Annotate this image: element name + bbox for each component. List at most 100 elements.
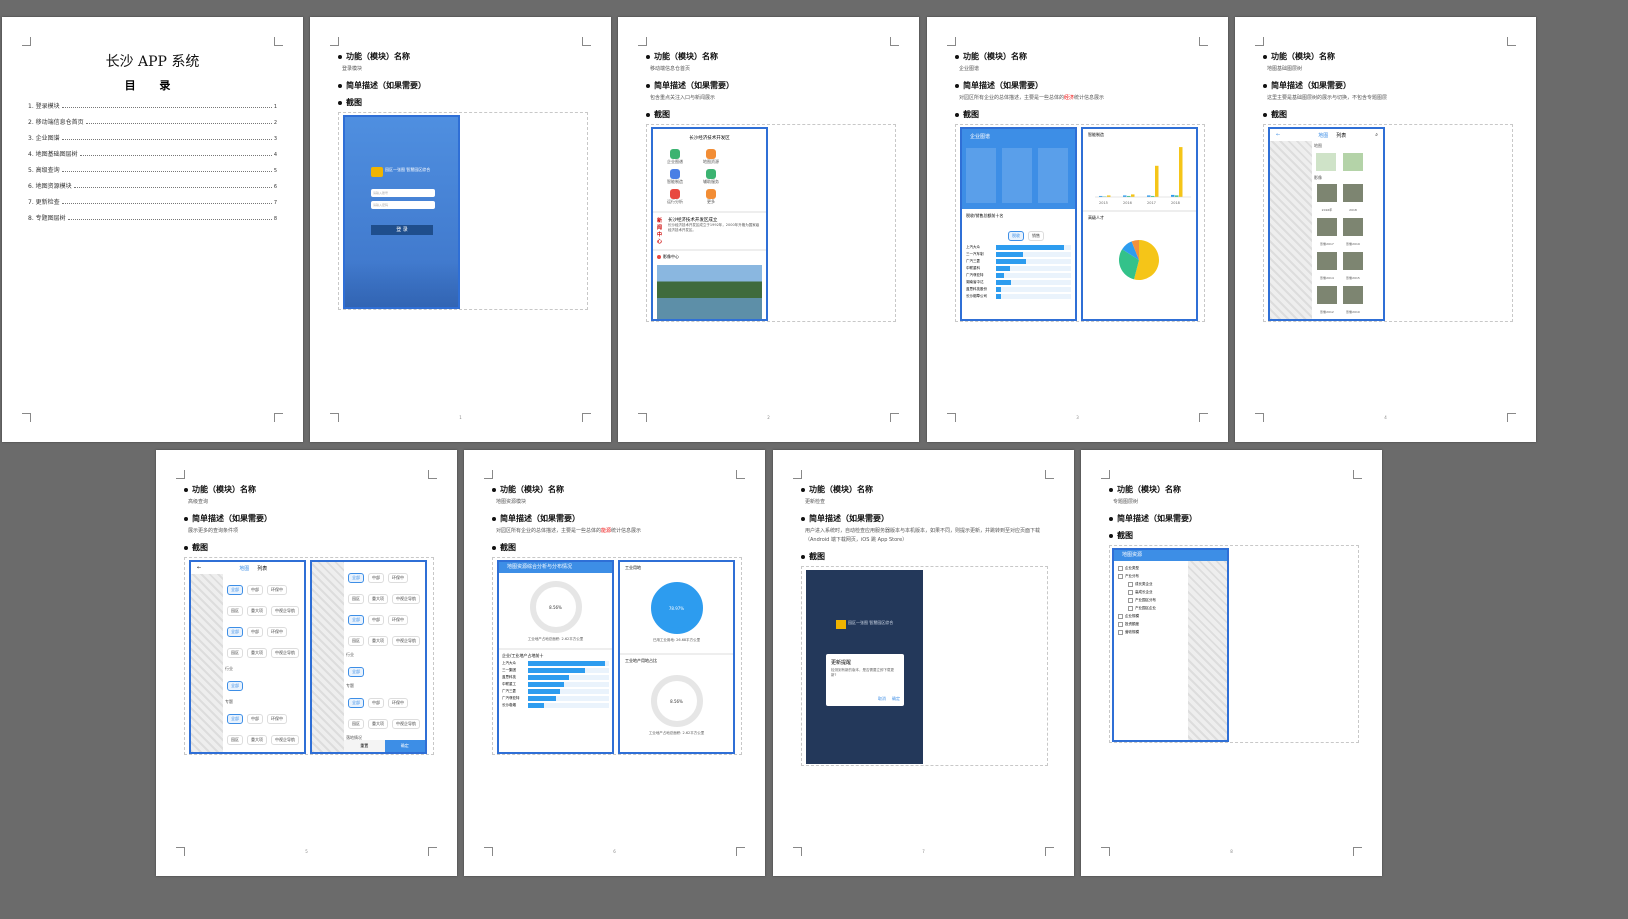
layer-tile[interactable]: 影像2017: [1315, 216, 1339, 246]
filter-chip[interactable]: 中视企导航: [271, 735, 299, 745]
filter-chip[interactable]: 环保中: [388, 573, 408, 583]
filter-chip[interactable]: 重大项: [368, 719, 388, 729]
filter-chip[interactable]: 全部: [227, 714, 243, 724]
search-icon[interactable]: ⌕: [1375, 132, 1378, 138]
layer-tile[interactable]: 影像2013: [1315, 318, 1339, 319]
login-button[interactable]: 登 录: [371, 225, 433, 235]
layer-tree-item[interactable]: 企业规模: [1118, 614, 1188, 619]
filter-chip[interactable]: 重大项: [247, 648, 267, 658]
toc-item[interactable]: 2. 移动端信息仓首页 2: [28, 117, 277, 126]
filter-chip[interactable]: 重大项: [368, 636, 388, 646]
checkbox[interactable]: [1128, 582, 1133, 587]
password-input[interactable]: 请输入密码: [371, 201, 435, 209]
filter-chip[interactable]: 中视企导航: [392, 636, 420, 646]
checkbox[interactable]: [1118, 566, 1123, 571]
ranking-row[interactable]: 中联重科: [966, 266, 1071, 271]
cancel-button[interactable]: 取消: [878, 696, 886, 702]
filter-chip[interactable]: 重大项: [247, 735, 267, 745]
filter-chip[interactable]: 园区: [227, 648, 243, 658]
tab-map[interactable]: 地图: [239, 565, 249, 572]
layer-tree-item[interactable]: 产业分布: [1118, 574, 1188, 579]
filter-chip[interactable]: 全部: [227, 585, 243, 595]
ranking-row[interactable]: 广汽三菱: [502, 689, 609, 694]
checkbox[interactable]: [1128, 606, 1133, 611]
ranking-row[interactable]: 长沙烟草公司: [966, 294, 1071, 299]
filter-chip[interactable]: 中视企导航: [271, 648, 299, 658]
toc-item[interactable]: 7. 更新检查 7: [28, 197, 277, 206]
checkbox[interactable]: [1118, 622, 1123, 627]
tab-list[interactable]: 列表: [1336, 132, 1346, 139]
tab-sales[interactable]: 销售: [1028, 231, 1044, 241]
news-item[interactable]: 新闻中心 长沙经济技术开发区成立 长沙经济技术开发区成立于1992年，2000年…: [653, 211, 766, 249]
filter-chip[interactable]: 中部: [368, 698, 384, 708]
filter-chip[interactable]: 环保中: [388, 615, 408, 625]
layer-tree-item[interactable]: 营收规模: [1118, 630, 1188, 635]
layer-tile[interactable]: 影像2010: [1341, 284, 1365, 314]
confirm-button[interactable]: 确定: [384, 740, 425, 752]
ranking-row[interactable]: 三一集团: [502, 668, 609, 673]
checkbox[interactable]: [1118, 574, 1123, 579]
ranking-row[interactable]: 上汽大众: [502, 661, 609, 666]
filter-chip[interactable]: 全部: [227, 627, 243, 637]
filter-chip[interactable]: 环保中: [267, 714, 287, 724]
filter-chip[interactable]: 中视企导航: [392, 719, 420, 729]
home-shortcut[interactable]: 更多: [693, 189, 729, 205]
filter-chip[interactable]: 中视企导航: [392, 594, 420, 604]
layer-tile[interactable]: 2016年: [1315, 182, 1339, 212]
layer-tile[interactable]: 2018: [1341, 182, 1365, 212]
filter-chip[interactable]: 重大项: [368, 594, 388, 604]
ranking-row[interactable]: 广汽菲亚特: [502, 696, 609, 701]
filter-chip[interactable]: 全部: [348, 573, 364, 583]
ranking-row[interactable]: 蓝思科技: [502, 675, 609, 680]
ranking-row[interactable]: 广汽三菱: [966, 259, 1071, 264]
toc-item[interactable]: 5. 高级查询 5: [28, 165, 277, 174]
layer-tree-item[interactable]: 企业类型: [1118, 566, 1188, 571]
ranking-row[interactable]: 三一汽车制: [966, 252, 1071, 257]
filter-chip[interactable]: 重大项: [247, 606, 267, 616]
home-shortcut[interactable]: 智能制造: [657, 169, 693, 185]
toc-item[interactable]: 1. 登录模块 1: [28, 101, 277, 110]
home-shortcut[interactable]: 地图资源: [693, 149, 729, 165]
home-shortcut[interactable]: 辅助服务: [693, 169, 729, 185]
filter-chip[interactable]: 园区: [348, 719, 364, 729]
ranking-row[interactable]: 中联重工: [502, 682, 609, 687]
layer-tile[interactable]: 影像2014: [1315, 250, 1339, 280]
ranking-row[interactable]: 上汽大众: [966, 245, 1071, 250]
tab-tax[interactable]: 税收: [1008, 231, 1024, 241]
filter-chip[interactable]: 全部: [227, 681, 243, 691]
back-icon[interactable]: ←: [1276, 132, 1280, 138]
toc-item[interactable]: 3. 企业图谱 3: [28, 133, 277, 142]
filter-chip[interactable]: 环保中: [267, 585, 287, 595]
toc-item[interactable]: 6. 地图资源模块 6: [28, 181, 277, 190]
filter-chip[interactable]: 园区: [348, 636, 364, 646]
ranking-row[interactable]: 湖南省中达: [966, 280, 1071, 285]
confirm-button[interactable]: 确定: [892, 696, 900, 702]
filter-chip[interactable]: 中部: [247, 714, 263, 724]
base-map-tile[interactable]: [1316, 153, 1336, 171]
checkbox[interactable]: [1128, 598, 1133, 603]
filter-chip[interactable]: 全部: [348, 667, 364, 677]
filter-chip[interactable]: 中部: [247, 627, 263, 637]
filter-chip[interactable]: 中部: [368, 615, 384, 625]
back-icon[interactable]: ←: [197, 565, 201, 571]
toc-item[interactable]: 8. 专题图层树 8: [28, 213, 277, 222]
tab-map[interactable]: 地图: [1318, 132, 1328, 139]
checkbox[interactable]: [1118, 630, 1123, 635]
filter-chip[interactable]: 中视企导航: [271, 606, 299, 616]
base-map-tile[interactable]: [1343, 153, 1363, 171]
filter-chip[interactable]: 园区: [227, 606, 243, 616]
toc-item[interactable]: 4. 地图基础图层树 4: [28, 149, 277, 158]
ranking-row[interactable]: 广汽菲亚特: [966, 273, 1071, 278]
filter-chip[interactable]: 园区: [348, 594, 364, 604]
layer-tree-item[interactable]: 产业园区企业: [1128, 606, 1188, 611]
filter-chip[interactable]: 园区: [227, 735, 243, 745]
home-shortcut[interactable]: 运行分析: [657, 189, 693, 205]
filter-chip[interactable]: 中部: [247, 585, 263, 595]
home-shortcut[interactable]: 企业图谱: [657, 149, 693, 165]
username-input[interactable]: 请输入账号: [371, 189, 435, 197]
layer-tree-item[interactable]: 成长类企业: [1128, 582, 1188, 587]
checkbox[interactable]: [1128, 590, 1133, 595]
tab-list[interactable]: 列表: [257, 565, 267, 572]
filter-chip[interactable]: 中部: [368, 573, 384, 583]
layer-tile[interactable]: 影像2015: [1341, 250, 1365, 280]
